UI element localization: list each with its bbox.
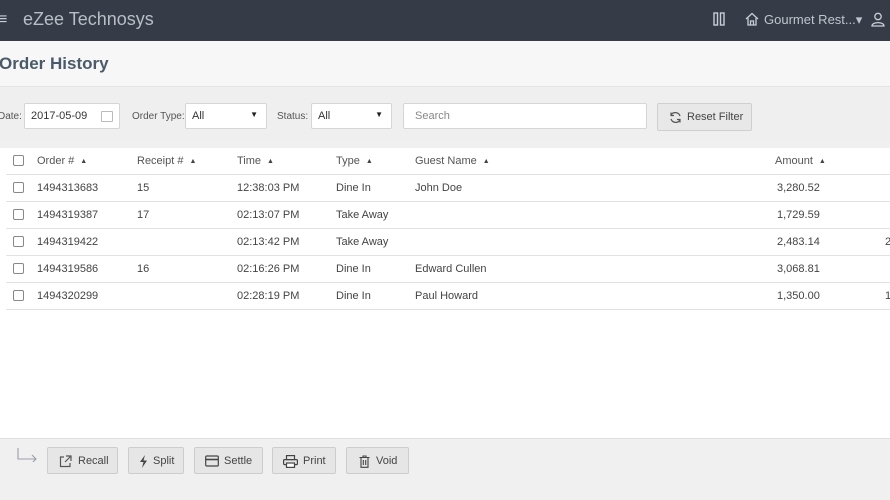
amount: 1,729.59 [777,209,820,221]
chevron-down-icon: ▼ [250,110,258,119]
trash-icon [359,455,370,468]
column-header-receipt[interactable]: Receipt # ▲ [137,155,196,167]
row-checkbox[interactable] [13,209,24,220]
select-all-checkbox[interactable] [13,155,24,166]
settle-label: Settle [224,455,253,467]
title-bar: Order History [0,41,890,87]
sort-up-icon: ▲ [818,158,826,165]
order-number: 1494319422 [37,236,99,248]
row-checkbox[interactable] [13,290,24,301]
credit-card-icon [205,455,219,467]
refresh-icon [670,112,681,123]
order-table: Order # ▲ Receipt # ▲ Time ▲ Type ▲ Guest Na… [0,148,890,438]
column-header-order[interactable]: Order # ▲ [37,155,87,167]
table-row[interactable]: 1494319387 17 02:13:07 PM Take Away 1,72… [6,202,890,229]
receipt-number: 15 [137,182,150,194]
truncated-value: 2 [885,236,890,248]
sort-up-icon: ▲ [189,158,197,165]
order-time: 02:28:19 PM [237,290,300,302]
receipt-number: 17 [137,209,150,221]
corner-arrow-icon [17,448,37,462]
order-type: Take Away [336,209,389,221]
column-header-guest[interactable]: Guest Name ▲ [415,155,490,167]
order-time: 02:16:26 PM [237,263,300,275]
printer-icon [283,455,298,468]
order-number: 1494319387 [37,209,99,221]
table-row[interactable]: 1494313683 15 12:38:03 PM Dine In John D… [6,175,890,202]
order-time: 12:38:03 PM [237,182,300,194]
guest-name: John Doe [415,182,463,194]
order-type: Take Away [336,236,389,248]
table-header: Order # ▲ Receipt # ▲ Time ▲ Type ▲ Guest Na… [6,148,890,175]
order-type-select[interactable]: All ▼ [185,103,267,129]
sort-up-icon: ▲ [482,158,490,165]
sort-up-icon: ▲ [80,158,88,165]
hamburger-menu-icon[interactable]: ≡ [0,11,7,29]
filter-bar: Date: 2017-05-09 Order Type: All ▼ Statu… [0,88,890,140]
order-type-value: All [192,110,205,122]
column-header-amount[interactable]: Amount ▲ [775,155,826,167]
calendar-icon[interactable] [101,111,113,122]
split-button[interactable]: Split [128,447,184,474]
status-select[interactable]: All ▼ [311,103,392,129]
lightning-icon [140,455,147,468]
amount: 3,280.52 [777,182,820,194]
sort-up-icon: ▲ [365,158,373,165]
amount: 2,483.14 [777,236,820,248]
search-input[interactable]: Search [403,103,647,129]
action-bar: Recall Split Settle Print Void [0,438,890,500]
void-button[interactable]: Void [346,447,409,474]
order-time: 02:13:07 PM [237,209,300,221]
row-checkbox[interactable] [13,263,24,274]
user-icon[interactable] [871,12,885,27]
table-row[interactable]: 1494319586 16 02:16:26 PM Dine In Edward… [6,256,890,283]
recall-label: Recall [78,455,109,467]
date-label: Date: [0,111,22,122]
order-type: Dine In [336,290,371,302]
table-row[interactable]: 1494320299 02:28:19 PM Dine In Paul Howa… [6,283,890,310]
home-icon [745,12,759,26]
print-button[interactable]: Print [272,447,336,474]
truncated-value: 1 [885,290,890,302]
order-type: Dine In [336,182,371,194]
outlet-selector[interactable]: Gourmet Rest...▾ [764,12,862,28]
table-row[interactable]: 1494319422 02:13:42 PM Take Away 2,483.1… [6,229,890,256]
receipt-number: 16 [137,263,150,275]
chevron-down-icon: ▼ [375,110,383,119]
external-link-icon [59,455,72,468]
split-label: Split [153,455,175,467]
guest-name: Edward Cullen [415,263,487,275]
reset-filter-label: Reset Filter [687,111,744,123]
guest-name: Paul Howard [415,290,478,302]
amount: 3,068.81 [777,263,820,275]
date-value: 2017-05-09 [31,110,88,122]
top-bar: ≡ eZee Technosys Gourmet Rest...▾ [0,0,890,41]
status-label: Status: [277,111,309,122]
search-placeholder: Search [415,110,450,122]
sort-up-icon: ▲ [267,158,274,165]
order-type: Dine In [336,263,371,275]
order-time: 02:13:42 PM [237,236,300,248]
order-number: 1494320299 [37,290,99,302]
order-number: 1494313683 [37,182,99,194]
recall-button[interactable]: Recall [47,447,118,474]
reset-filter-button[interactable]: Reset Filter [657,103,752,131]
status-value: All [318,110,331,122]
void-label: Void [376,455,398,467]
date-picker[interactable]: 2017-05-09 [24,103,120,129]
amount: 1,350.00 [777,290,820,302]
page-title: Order History [0,54,109,73]
column-header-type[interactable]: Type ▲ [336,155,373,167]
print-label: Print [303,455,326,467]
row-checkbox[interactable] [13,182,24,193]
row-checkbox[interactable] [13,236,24,247]
columns-icon[interactable] [712,12,726,26]
brand-name: eZee Technosys [23,9,154,29]
column-header-time[interactable]: Time ▲ [237,155,274,167]
settle-button[interactable]: Settle [194,447,263,474]
order-number: 1494319586 [37,263,99,275]
order-type-label: Order Type: [132,111,185,122]
